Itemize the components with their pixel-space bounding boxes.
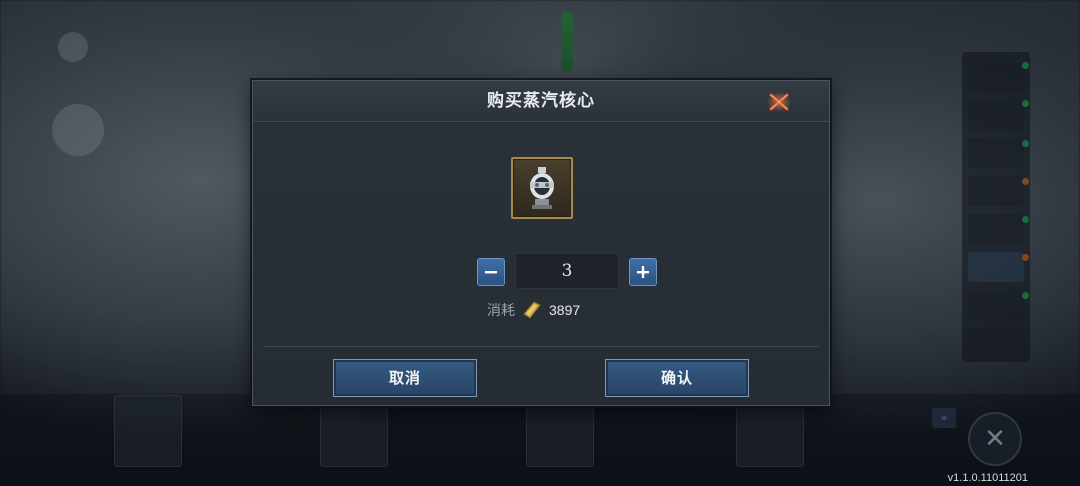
decrease-quantity-button[interactable] <box>477 258 505 286</box>
close-dialog-button[interactable] <box>765 89 793 115</box>
close-icon <box>767 92 791 112</box>
cost-row: 消耗 3897 <box>487 299 580 321</box>
dialog-divider <box>263 346 819 347</box>
steam-core-icon <box>530 167 554 209</box>
cost-value: 3897 <box>549 302 581 318</box>
cost-label: 消耗 <box>487 303 515 319</box>
dialog-title: 购买蒸汽核心 <box>487 91 595 111</box>
plus-icon <box>637 266 649 278</box>
gold-bar-icon <box>523 301 541 319</box>
cancel-button[interactable]: 取消 <box>333 359 477 397</box>
version-label: v1.1.0.11011201 <box>947 472 1028 484</box>
quantity-input[interactable]: 3 <box>515 253 619 289</box>
steam-core-item-icon <box>511 157 573 219</box>
increase-quantity-button[interactable] <box>629 258 657 286</box>
minus-icon <box>485 271 497 274</box>
confirm-button[interactable]: 确认 <box>605 359 749 397</box>
purchase-dialog: 购买蒸汽核心 3 消耗 3897 取消 确认 <box>252 80 830 406</box>
